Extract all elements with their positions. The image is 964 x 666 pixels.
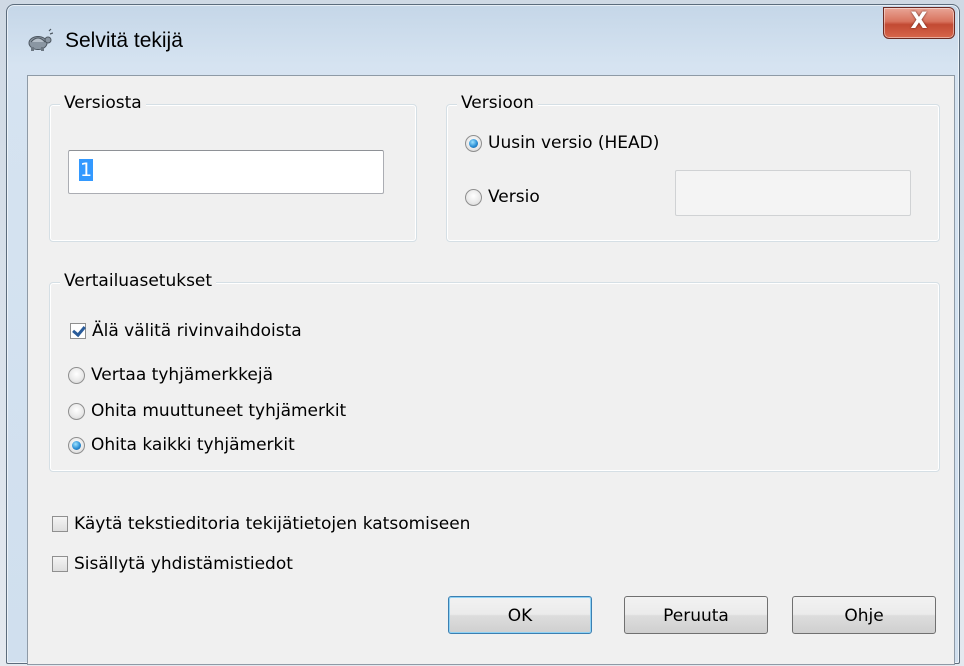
radio-indicator [465, 134, 482, 152]
to-revision-input[interactable] [675, 170, 911, 216]
radio-specific-revision[interactable]: Versio [465, 187, 540, 207]
radio-indicator [68, 366, 85, 384]
checkbox-indicator [52, 556, 68, 572]
ok-button[interactable]: OK [448, 596, 592, 634]
from-revision-input[interactable]: 1 [68, 150, 384, 194]
include-merge-label: Sisällytä yhdistämistiedot [74, 554, 293, 574]
radio-ignore-changed-whitespace[interactable]: Ohita muuttuneet tyhjämerkit [68, 401, 346, 421]
radio-indicator [465, 188, 482, 206]
diff-options-legend: Vertailuasetukset [60, 271, 217, 291]
diff-options-group: Vertailuasetukset Älä välitä rivinvaihdo… [49, 271, 940, 472]
from-revision-group: Versiosta 1 [49, 93, 417, 242]
checkbox-include-merge-info[interactable]: Sisällytä yhdistämistiedot [52, 554, 293, 574]
compare-whitespace-label: Vertaa tyhjämerkkejä [91, 365, 273, 385]
checkbox-indicator [52, 516, 68, 532]
tortoise-icon [28, 28, 53, 51]
from-revision-value: 1 [79, 159, 94, 181]
ignore-eol-label: Älä välitä rivinvaihdoista [92, 321, 302, 341]
close-icon: X [910, 9, 928, 34]
radio-head-revision[interactable]: Uusin versio (HEAD) [465, 133, 659, 153]
use-text-viewer-label: Käytä tekstieditoria tekijätietojen kats… [74, 514, 471, 534]
help-button[interactable]: Ohje [792, 596, 936, 634]
close-button[interactable]: X [883, 7, 955, 39]
to-revision-legend: Versioon [457, 93, 538, 113]
radio-indicator [68, 436, 85, 454]
radio-indicator [68, 402, 85, 420]
to-revision-group: Versioon Uusin versio (HEAD) Versio [446, 93, 940, 242]
radio-version-label: Versio [488, 187, 540, 207]
radio-compare-whitespace[interactable]: Vertaa tyhjämerkkejä [68, 365, 273, 385]
title-bar[interactable]: Selvitä tekijä X [7, 5, 959, 75]
dialog-client-area: Versiosta 1 Versioon Uusin versio (HEAD)… [27, 75, 955, 665]
from-revision-legend: Versiosta [60, 93, 146, 113]
checkbox-use-text-viewer[interactable]: Käytä tekstieditoria tekijätietojen kats… [52, 514, 470, 534]
blame-dialog: Selvitä tekijä X Versiosta 1 Versioon Uu… [6, 4, 960, 665]
ignore-all-whitespace-label: Ohita kaikki tyhjämerkit [91, 435, 295, 455]
radio-head-label: Uusin versio (HEAD) [488, 133, 660, 153]
checkbox-ignore-eol[interactable]: Älä välitä rivinvaihdoista [70, 321, 302, 341]
radio-ignore-all-whitespace[interactable]: Ohita kaikki tyhjämerkit [68, 435, 295, 455]
checkbox-indicator [70, 323, 86, 339]
window-title: Selvitä tekijä [65, 29, 183, 52]
ignore-changed-whitespace-label: Ohita muuttuneet tyhjämerkit [91, 401, 347, 421]
cancel-button[interactable]: Peruuta [624, 596, 768, 634]
